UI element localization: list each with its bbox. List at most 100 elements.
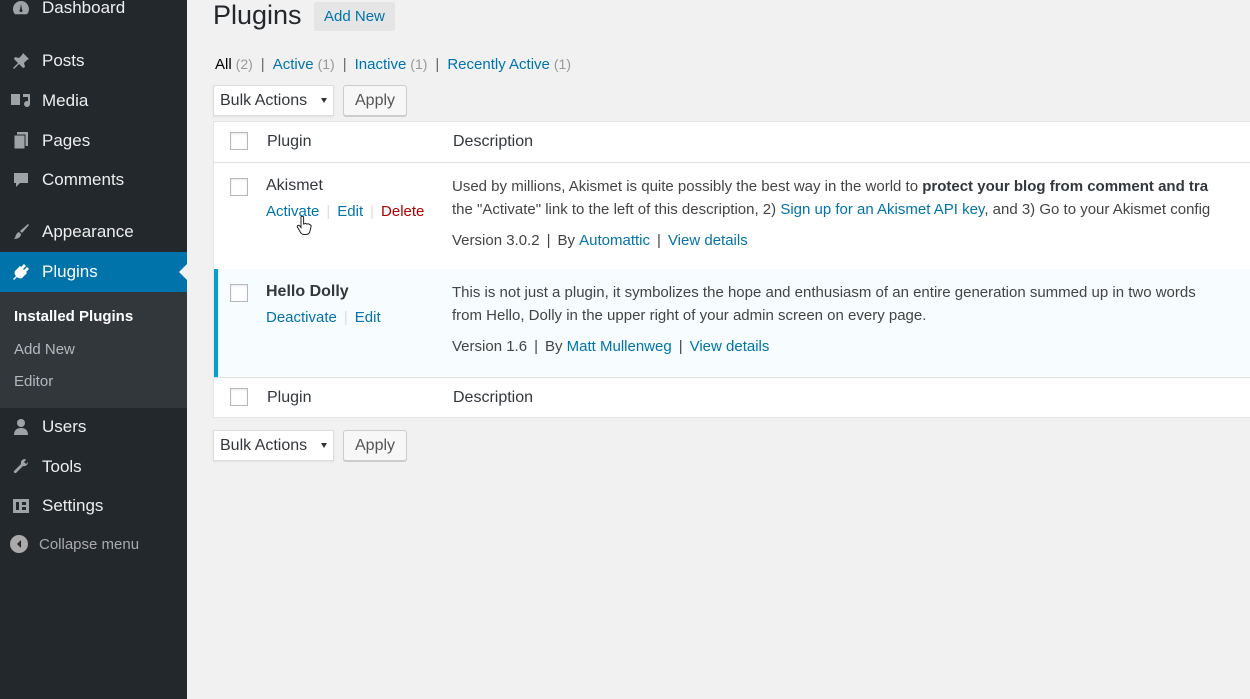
dashboard-icon [10, 0, 32, 17]
add-new-button[interactable]: Add New [314, 2, 395, 31]
edit-link[interactable]: Edit [337, 203, 363, 220]
menu-appearance[interactable]: Appearance [0, 212, 187, 252]
pin-icon [10, 51, 32, 71]
collapse-label: Collapse menu [39, 535, 140, 553]
view-details-link[interactable]: View details [690, 338, 770, 355]
menu-posts-label: Posts [42, 51, 85, 70]
description-text: the "Activate" link to the left of this … [452, 201, 781, 218]
menu-dashboard[interactable]: Dashboard [0, 0, 187, 28]
apply-button[interactable]: Apply [343, 85, 408, 116]
plugins-submenu: Installed Plugins Add New Editor [0, 292, 187, 408]
akismet-api-key-link[interactable]: Sign up for an Akismet API key [780, 201, 984, 218]
column-footer-description: Description [453, 389, 534, 406]
plugin-description: Used by millions, Akismet is quite possi… [452, 175, 1250, 221]
plugin-meta: Version 3.0.2 | By Automattic | View det… [452, 232, 748, 249]
filter-all-count: (2) [235, 56, 253, 72]
menu-appearance-label: Appearance [42, 222, 134, 241]
author-link[interactable]: Matt Mullenweg [567, 338, 672, 355]
action-separator: | [370, 203, 375, 220]
pages-icon [10, 131, 32, 151]
bulk-actions-select[interactable]: Bulk Actions [213, 85, 334, 116]
plugin-meta: Version 1.6 | By Matt Mullenweg | View d… [452, 338, 769, 355]
menu-settings-label: Settings [42, 496, 104, 515]
meta-separator: | [534, 338, 538, 355]
bulk-actions-bottom: Bulk Actions Apply [213, 430, 408, 461]
submenu-editor[interactable]: Editor [14, 373, 53, 390]
action-separator: | [326, 203, 331, 220]
meta-separator: | [678, 338, 683, 355]
column-header-plugin[interactable]: Plugin [267, 133, 311, 151]
plugin-name: Hello Dolly [266, 283, 349, 300]
filter-recently-active[interactable]: Recently Active (1) [447, 56, 571, 73]
meta-separator: | [657, 232, 661, 249]
menu-comments-label: Comments [42, 170, 125, 189]
menu-plugins-label: Plugins [42, 262, 98, 281]
edit-link[interactable]: Edit [355, 309, 381, 326]
menu-plugins[interactable]: Plugins [0, 252, 187, 292]
author-link[interactable]: Automattic [579, 232, 650, 249]
filter-active-label: Active [272, 56, 314, 73]
row-actions: Deactivate | Edit [266, 309, 381, 326]
description-text: Used by millions, Akismet is quite possi… [452, 178, 923, 195]
row-actions: Activate | Edit | Delete [266, 203, 424, 220]
description-line: Used by millions, Akismet is quite possi… [452, 175, 1250, 198]
view-details-link[interactable]: View details [668, 232, 748, 249]
select-all-checkbox-footer[interactable] [230, 388, 248, 406]
filter-active[interactable]: Active (1) [273, 56, 335, 73]
submenu-add-new[interactable]: Add New [14, 341, 75, 358]
plugin-checkbox-hello-dolly[interactable] [230, 284, 248, 302]
submenu-installed-plugins[interactable]: Installed Plugins [14, 308, 133, 325]
plugin-status-filters: All (2) | Active (1) | Inactive (1) | Re… [215, 56, 571, 73]
filter-active-count: (1) [317, 56, 335, 72]
menu-users[interactable]: Users [0, 407, 187, 447]
plugin-version: Version 1.6 [452, 338, 528, 355]
select-all-checkbox[interactable] [230, 132, 248, 150]
filter-inactive-count: (1) [410, 56, 428, 72]
menu-posts[interactable]: Posts [0, 41, 187, 81]
row-divider [214, 377, 1250, 378]
media-icon [10, 91, 32, 111]
filter-inactive-label: Inactive [354, 56, 407, 73]
collapse-menu[interactable]: Collapse menu [10, 535, 139, 553]
column-header-description: Description [453, 133, 534, 150]
bulk-actions-select-value: Bulk Actions [220, 436, 308, 454]
filter-recently-active-count: (1) [553, 56, 571, 72]
menu-pages-label: Pages [42, 131, 91, 150]
filter-separator: | [342, 56, 347, 73]
menu-settings[interactable]: Settings [0, 486, 187, 526]
delete-link[interactable]: Delete [381, 203, 424, 220]
collapse-icon [10, 535, 28, 553]
menu-dashboard-label: Dashboard [42, 0, 126, 17]
menu-media-label: Media [42, 91, 89, 110]
filter-inactive[interactable]: Inactive (1) [355, 56, 428, 73]
menu-users-label: Users [42, 417, 87, 436]
hand-cursor-icon [296, 215, 312, 240]
menu-pages[interactable]: Pages [0, 121, 187, 161]
filter-all[interactable]: All (2) [215, 56, 253, 73]
deactivate-link[interactable]: Deactivate [266, 309, 337, 326]
plugin-name: Akismet [266, 177, 323, 194]
plugin-description: This is not just a plugin, it symbolizes… [452, 281, 1250, 327]
menu-tools[interactable]: Tools [0, 447, 187, 487]
settings-icon [10, 496, 32, 516]
plugins-table: Plugin Description Akismet Activate | Ed… [213, 121, 1250, 418]
row-divider [214, 162, 1250, 163]
dropdown-arrow-icon [321, 443, 327, 448]
menu-comments[interactable]: Comments [0, 160, 187, 200]
filter-all-label: All [215, 56, 232, 73]
apply-button[interactable]: Apply [343, 430, 408, 461]
bulk-actions-top: Bulk Actions Apply [213, 85, 408, 116]
menu-media[interactable]: Media [0, 81, 187, 121]
menu-tools-label: Tools [42, 457, 82, 476]
user-icon [10, 417, 32, 437]
filter-separator: | [260, 56, 265, 73]
bulk-actions-select[interactable]: Bulk Actions [213, 430, 334, 461]
column-footer-plugin[interactable]: Plugin [267, 389, 311, 407]
plugin-version: Version 3.0.2 [452, 232, 540, 249]
dropdown-arrow-icon [321, 98, 327, 103]
by-label: By [557, 232, 575, 249]
description-emphasis: protect your blog from comment and tra [922, 178, 1209, 195]
plugin-checkbox-akismet[interactable] [230, 178, 248, 196]
wrench-icon [10, 457, 32, 477]
plug-icon [10, 262, 32, 282]
